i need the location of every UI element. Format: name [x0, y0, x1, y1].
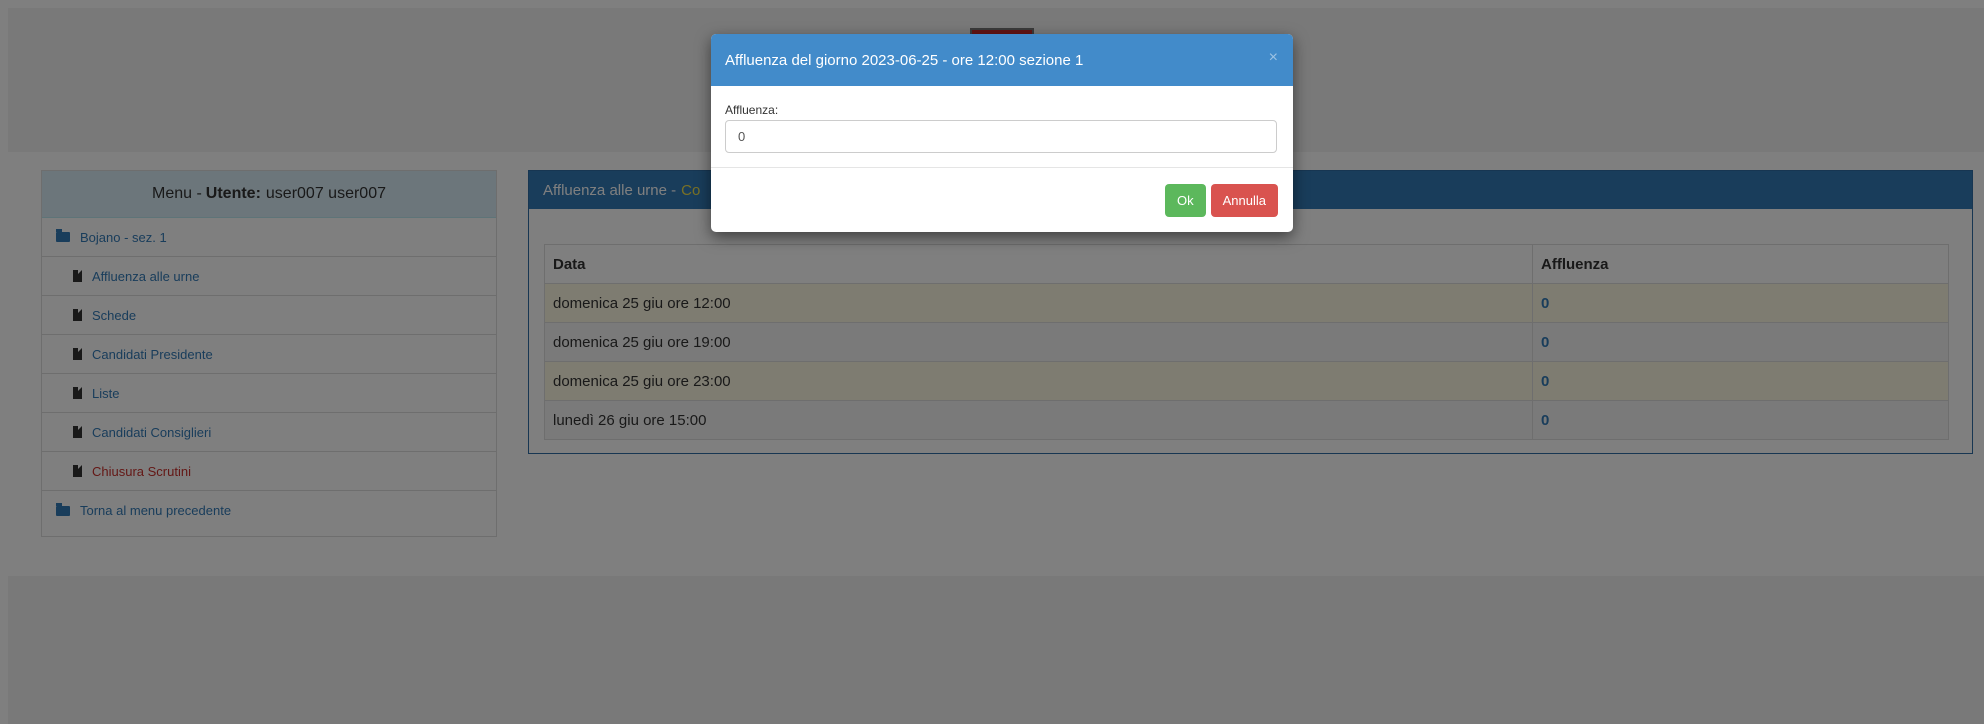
cancel-button[interactable]: Annulla: [1210, 184, 1278, 217]
modal-title: Affluenza del giorno 2023-06-25 - ore 12…: [725, 51, 1084, 69]
affluenza-field-label: Affluenza:: [725, 103, 779, 117]
modal-footer: Ok Annulla: [1165, 184, 1278, 217]
affluenza-input[interactable]: [725, 120, 1277, 153]
affluenza-modal: Affluenza del giorno 2023-06-25 - ore 12…: [711, 34, 1293, 232]
ok-button[interactable]: Ok: [1165, 184, 1206, 217]
modal-header: Affluenza del giorno 2023-06-25 - ore 12…: [711, 34, 1293, 86]
close-icon[interactable]: ×: [1269, 50, 1278, 66]
modal-body: Affluenza:: [711, 86, 1293, 168]
